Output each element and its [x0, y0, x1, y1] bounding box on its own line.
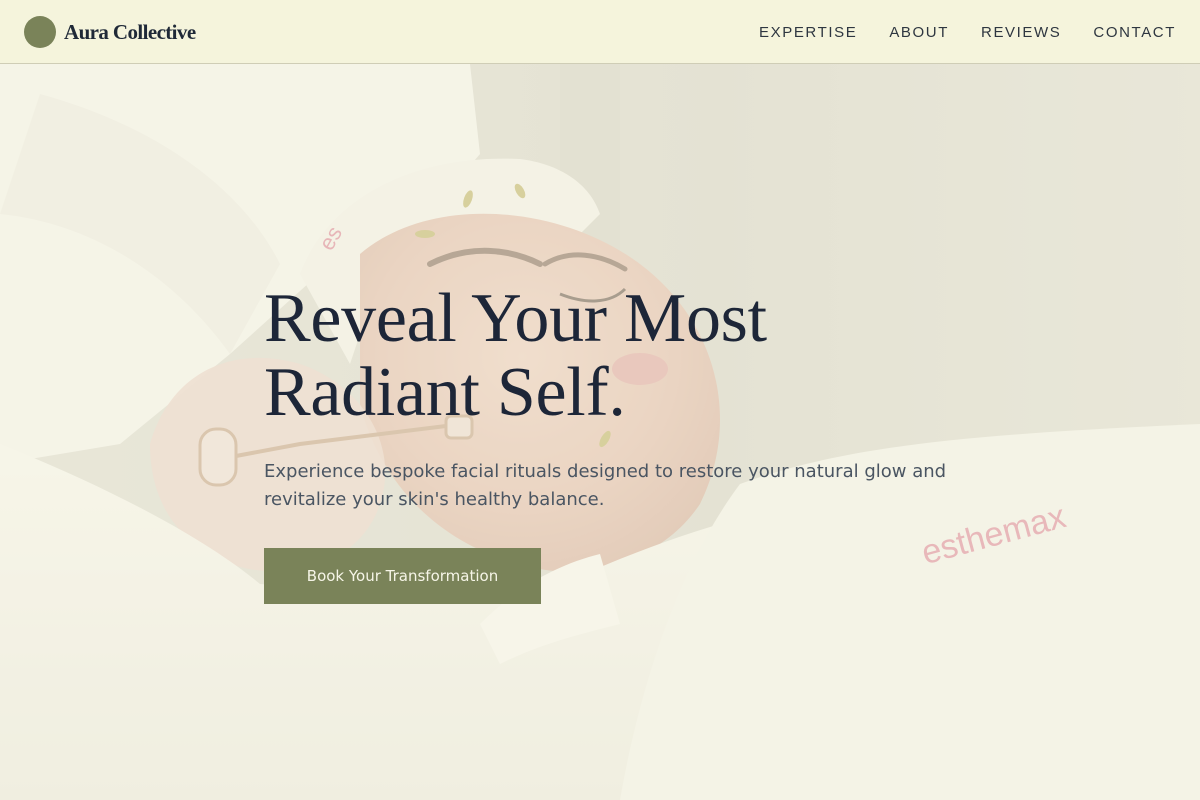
hero-subtitle: Experience bespoke facial rituals design… [264, 461, 947, 510]
main-nav: EXPERTISE ABOUT REVIEWS CONTACT [759, 0, 1176, 64]
nav-link-about[interactable]: ABOUT [889, 24, 949, 41]
logo-circle-icon [24, 16, 56, 48]
brand-name: Aura Collective [64, 19, 196, 44]
hero-section: es esthemax Reveal Your Most Radiant Sel… [0, 64, 1200, 800]
hero-title: Reveal Your Most Radiant Self. [264, 282, 984, 430]
brand-logo[interactable]: Aura Collective [24, 16, 196, 48]
nav-link-reviews[interactable]: REVIEWS [981, 24, 1061, 41]
hero-title-line-2: Radiant Self. [264, 354, 626, 431]
book-transformation-button[interactable]: Book Your Transformation [264, 548, 541, 604]
site-header: Aura Collective EXPERTISE ABOUT REVIEWS … [0, 0, 1200, 64]
nav-link-expertise[interactable]: EXPERTISE [759, 24, 857, 41]
hero-title-line-1: Reveal Your Most [264, 280, 767, 357]
hero-content: Reveal Your Most Radiant Self. Experienc… [264, 282, 984, 604]
nav-link-contact[interactable]: CONTACT [1093, 24, 1176, 41]
